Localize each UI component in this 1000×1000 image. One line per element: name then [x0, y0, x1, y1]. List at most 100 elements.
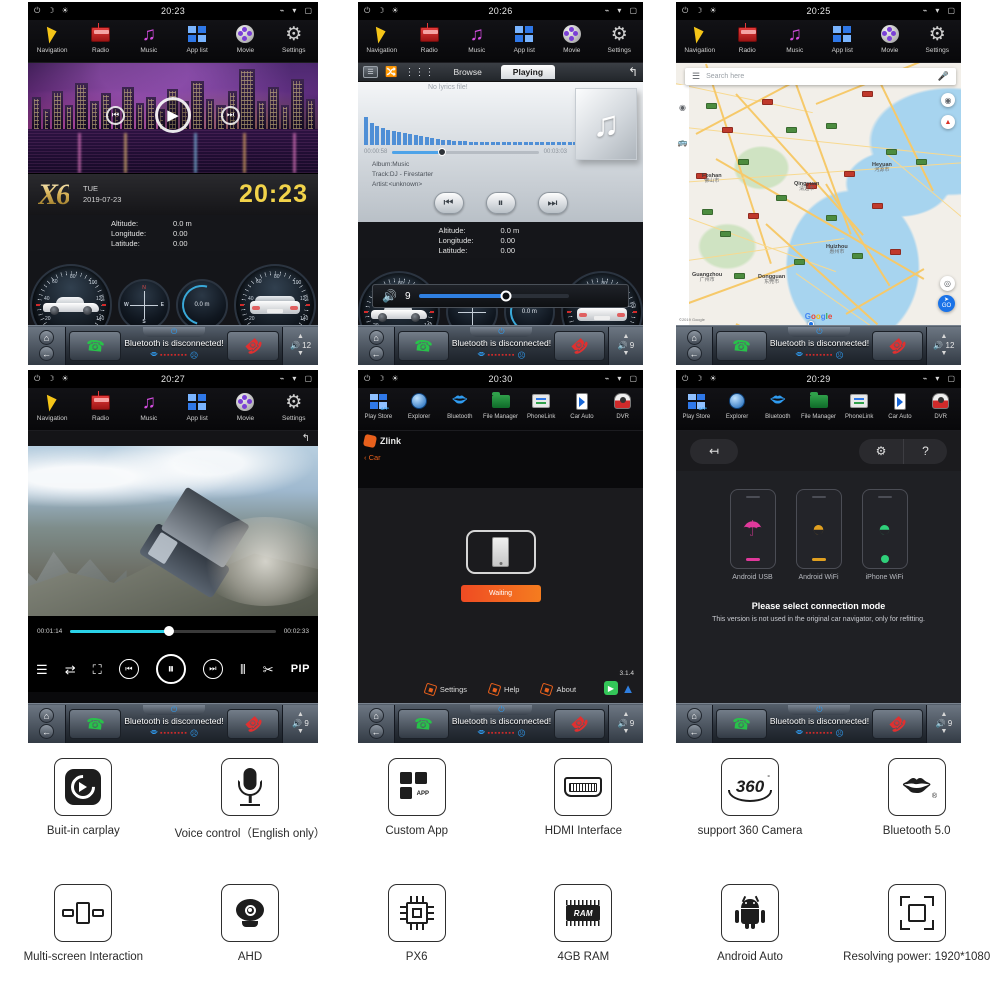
- call-button[interactable]: ☎: [716, 709, 767, 739]
- launcher-item-movie[interactable]: Movie: [866, 20, 914, 54]
- connection-status-button[interactable]: Waiting: [461, 585, 541, 602]
- launcher-item-radio[interactable]: Radio: [406, 20, 454, 54]
- tab-playing[interactable]: Playing: [501, 65, 555, 79]
- app-item-bluetooth[interactable]: 🗢 Bluetooth: [439, 388, 480, 420]
- pause-icon[interactable]: ⏸: [156, 654, 186, 684]
- tab-browse[interactable]: Browse: [441, 65, 493, 79]
- launcher-item-music[interactable]: ♫ Music: [125, 20, 173, 54]
- locate-icon[interactable]: ◎: [940, 276, 955, 291]
- carplay-badge-icon[interactable]: ▶: [604, 681, 618, 695]
- home-icon[interactable]: ⌂: [369, 330, 384, 345]
- back-icon[interactable]: ←: [369, 724, 384, 739]
- app-item-dvr[interactable]: DVR: [602, 388, 643, 420]
- zlink-settings-button[interactable]: Settings: [425, 684, 467, 695]
- volume-up-icon[interactable]: ▲: [940, 334, 947, 340]
- video-frame[interactable]: [28, 446, 318, 616]
- previous-icon[interactable]: ⏮: [106, 106, 125, 125]
- app-item-bluetooth[interactable]: 🗢 Bluetooth: [757, 388, 798, 420]
- hangup-button[interactable]: ☎: [872, 709, 923, 739]
- volume-down-icon[interactable]: ▼: [622, 351, 629, 357]
- back-icon[interactable]: ←: [39, 724, 54, 739]
- compass-icon[interactable]: ▲: [941, 115, 955, 129]
- launcher-item-movie[interactable]: Movie: [221, 388, 269, 422]
- call-button[interactable]: ☎: [398, 709, 449, 739]
- microphone-icon[interactable]: 🎤: [938, 71, 949, 82]
- next-button[interactable]: ⏭: [538, 192, 568, 214]
- launcher-item-navigation[interactable]: Navigation: [676, 20, 724, 54]
- mode-card-iphone-wifi[interactable]: ◓ iPhone WiFi: [862, 489, 908, 581]
- volume-up-icon[interactable]: ▲: [622, 334, 629, 340]
- app-item-play-store[interactable]: APP Play Store: [358, 388, 399, 420]
- mode-card-android-usb[interactable]: ☂ Android USB: [730, 489, 776, 581]
- hangup-button[interactable]: ☎: [227, 331, 279, 361]
- power-icon[interactable]: ⏻: [788, 705, 850, 715]
- app-item-car-auto[interactable]: Car Auto: [880, 388, 921, 420]
- equalizer-icon[interactable]: ☰: [363, 66, 378, 78]
- volume-down-icon[interactable]: ▼: [622, 729, 629, 735]
- search-input[interactable]: Search here: [706, 73, 938, 80]
- hangup-button[interactable]: ☎: [554, 331, 605, 361]
- help-icon[interactable]: ?: [903, 439, 947, 464]
- volume-down-icon[interactable]: ▼: [940, 729, 947, 735]
- list-icon[interactable]: ⋮⋮⋮: [404, 67, 434, 78]
- volume-control[interactable]: ▲ 🔊 12 ▼: [926, 327, 961, 365]
- power-icon[interactable]: ⏻: [470, 705, 532, 715]
- app-item-explorer[interactable]: Explorer: [717, 388, 758, 420]
- map-search-bar[interactable]: ☰ Search here 🎤: [685, 68, 956, 85]
- playlist-icon[interactable]: ☰: [36, 663, 48, 676]
- next-icon[interactable]: ⏭: [203, 659, 223, 679]
- back-icon[interactable]: ←: [369, 346, 384, 361]
- call-button[interactable]: ☎: [69, 331, 121, 361]
- launcher-item-app-list[interactable]: App list: [173, 20, 221, 54]
- volume-control[interactable]: ▲ 🔊 9 ▼: [608, 705, 643, 743]
- launcher-item-movie[interactable]: Movie: [221, 20, 269, 54]
- home-icon[interactable]: ⌂: [39, 708, 54, 723]
- power-icon[interactable]: ⏻: [470, 327, 532, 337]
- launcher-item-navigation[interactable]: Navigation: [28, 20, 76, 54]
- equalizer-icon[interactable]: ⦀: [240, 663, 246, 676]
- launcher-item-music[interactable]: ♫ Music: [125, 388, 173, 422]
- layers-icon[interactable]: ◉: [941, 93, 955, 107]
- zlink-about-button[interactable]: About: [541, 684, 576, 695]
- volume-control[interactable]: ▲ 🔊 12 ▼: [282, 327, 318, 365]
- pip-button[interactable]: PIP: [291, 663, 310, 675]
- call-button[interactable]: ☎: [69, 709, 121, 739]
- volume-slider[interactable]: [419, 294, 569, 298]
- power-icon[interactable]: ⏻: [143, 327, 205, 337]
- back-icon[interactable]: ↰: [302, 433, 310, 444]
- zlink-back-link[interactable]: ‹ Car: [358, 447, 643, 462]
- app-item-car-auto[interactable]: Car Auto: [562, 388, 603, 420]
- mode-card-android-wifi[interactable]: ◓ Android WiFi: [796, 489, 842, 581]
- next-icon[interactable]: ⏭: [221, 106, 240, 125]
- power-icon[interactable]: ⏻: [143, 705, 205, 715]
- gear-icon[interactable]: ⚙: [859, 439, 903, 464]
- map-view[interactable]: Heyuan 河源市 Huizhou 惠州市 Dongguan 东莞市 Guangzhou 广…: [676, 63, 961, 325]
- volume-down-icon[interactable]: ▼: [940, 351, 947, 357]
- hamburger-icon[interactable]: ☰: [692, 71, 700, 82]
- transit-icon[interactable]: 🚌: [678, 138, 688, 147]
- go-button[interactable]: ➤ GO: [938, 295, 955, 312]
- hangup-button[interactable]: ☎: [554, 709, 605, 739]
- volume-overlay[interactable]: 🔊 9: [372, 284, 629, 308]
- back-icon[interactable]: ←: [687, 346, 702, 361]
- launcher-item-music[interactable]: ♫ Music: [771, 20, 819, 54]
- zlink-help-button[interactable]: Help: [489, 684, 519, 695]
- app-item-play-store[interactable]: APP Play Store: [676, 388, 717, 420]
- volume-control[interactable]: ▲ 🔊 9 ▼: [608, 327, 643, 365]
- seek-slider[interactable]: [392, 151, 538, 154]
- exit-icon[interactable]: ↤: [690, 439, 738, 464]
- launcher-item-radio[interactable]: Radio: [76, 20, 124, 54]
- volume-up-icon[interactable]: ▲: [622, 712, 629, 718]
- previous-icon[interactable]: ⏮: [119, 659, 139, 679]
- explore-icon[interactable]: ◉: [679, 103, 686, 112]
- launcher-item-movie[interactable]: Movie: [548, 20, 596, 54]
- call-button[interactable]: ☎: [398, 331, 449, 361]
- back-icon[interactable]: ←: [687, 724, 702, 739]
- launcher-item-settings[interactable]: ⚙ Settings: [596, 20, 644, 54]
- video-seek-slider[interactable]: [70, 630, 275, 633]
- home-icon[interactable]: ⌂: [687, 708, 702, 723]
- power-icon[interactable]: ⏻: [788, 327, 850, 337]
- volume-up-icon[interactable]: ▲: [940, 712, 947, 718]
- launcher-item-settings[interactable]: ⚙ Settings: [270, 388, 318, 422]
- launcher-item-app-list[interactable]: App list: [501, 20, 549, 54]
